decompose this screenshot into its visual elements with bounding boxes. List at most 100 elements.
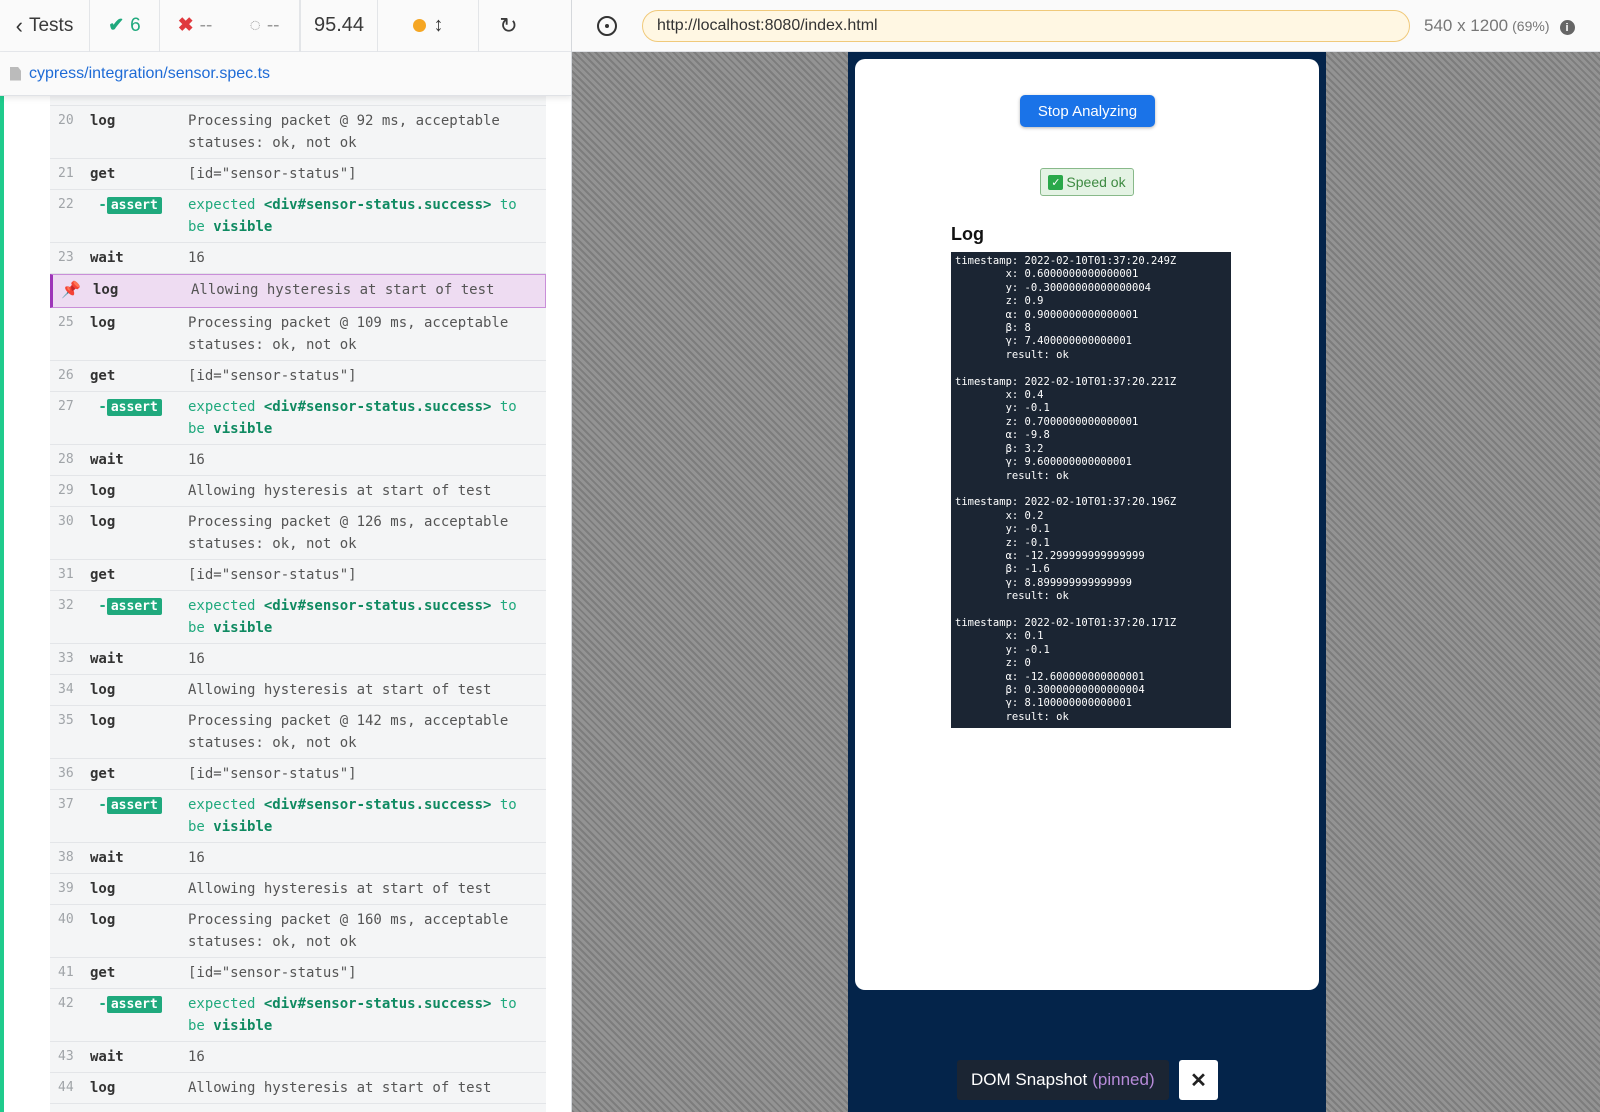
command-message: expected <div#sensor-status.success> to …: [188, 595, 546, 639]
sensor-status-text: Speed ok: [1066, 174, 1126, 190]
close-icon: ✕: [1190, 1069, 1207, 1092]
command-message: [id="sensor-status"]: [188, 567, 357, 583]
command-name: wait: [90, 1049, 124, 1065]
command-name: log: [90, 912, 116, 928]
command-number: 34: [58, 682, 74, 697]
running-status-dot: [412, 19, 426, 32]
command-name: - assert: [88, 993, 188, 1037]
command-row[interactable]: 30 log Processing packet @ 126 ms, accepta…: [50, 507, 546, 560]
command-row[interactable]: 21 get [id="sensor-status"]: [50, 159, 546, 190]
command-row[interactable]: 43 wait 16: [50, 1042, 546, 1073]
command-number: 43: [58, 1049, 74, 1064]
command-row[interactable]: 20 log Processing packet @ 92 ms, acceptab…: [50, 106, 546, 159]
command-row[interactable]: 37 - assert expected <div#sensor-status.su…: [50, 790, 546, 843]
command-name: get: [90, 766, 116, 782]
run-status[interactable]: ↕: [378, 0, 478, 52]
check-icon: ✔: [108, 15, 125, 36]
command-row[interactable]: 41 get [id="sensor-status"]: [50, 958, 546, 989]
pending-value: --: [266, 14, 280, 36]
url-bar[interactable]: http://localhost:8080/index.html: [642, 9, 1410, 42]
failed-count: ✖ --: [160, 0, 230, 52]
close-snapshot-button[interactable]: ✕: [1179, 1060, 1218, 1100]
back-to-tests-button[interactable]: ‹ Tests: [0, 0, 90, 52]
command-message: [id="sensor-status"]: [188, 965, 357, 981]
spec-path-link[interactable]: cypress/integration/sensor.spec.ts: [29, 65, 270, 83]
command-message: Processing packet @ 175 ms, acceptable: [188, 1108, 546, 1112]
command-row[interactable]: 25 log Processing packet @ 109 ms, accepta…: [50, 308, 546, 361]
assert-subject: <div#sensor-status.success>: [263, 598, 492, 614]
command-row[interactable]: 29 log Allowing hysteresis at start of tes…: [50, 476, 546, 507]
command-message: Processing packet @ 142 ms, acceptable s…: [188, 713, 509, 751]
command-name: - assert: [88, 595, 188, 639]
command-number: 42: [58, 996, 74, 1011]
command-number: 38: [58, 850, 74, 865]
command-row[interactable]: 44 log Allowing hysteresis at start of tes…: [50, 1073, 546, 1104]
reload-icon: ↻: [499, 12, 518, 38]
command-message: [id="sensor-status"]: [188, 166, 357, 182]
command-name: get: [90, 567, 116, 583]
command-row[interactable]: 27 - assert expected <div#sensor-status.su…: [50, 392, 546, 445]
runnable-passed-bar: [0, 96, 4, 1112]
failed-value: --: [199, 14, 213, 36]
command-row[interactable]: 42 - assert expected <div#sensor-status.su…: [50, 989, 546, 1042]
sensor-log-output: timestamp: 2022-02-10T01:37:20.249Z x: 0…: [951, 252, 1231, 728]
dom-snapshot-indicator: DOM Snapshot (pinned): [957, 1060, 1169, 1100]
command-name: log: [93, 282, 119, 298]
command-row[interactable]: 33 wait 16: [50, 644, 546, 675]
assert-expectation: visible: [213, 620, 273, 636]
stop-analyzing-button[interactable]: Stop Analyzing: [1020, 95, 1155, 127]
command-number: 28: [58, 452, 74, 467]
command-name: get: [90, 166, 116, 182]
command-message: expected <div#sensor-status.success> to …: [188, 396, 546, 440]
command-name: log: [90, 1080, 116, 1096]
command-number: 31: [58, 567, 74, 582]
command-row[interactable]: 38 wait 16: [50, 843, 546, 874]
command-row[interactable]: 45logProcessing packet @ 175 ms, accepta…: [50, 1104, 546, 1112]
command-number: 20: [58, 113, 74, 128]
command-message: Allowing hysteresis at start of test: [188, 881, 492, 897]
command-row[interactable]: 31 get [id="sensor-status"]: [50, 560, 546, 591]
viewport-info[interactable]: 540 x 1200 (69%) i: [1424, 16, 1575, 36]
command-number: 45: [50, 1108, 88, 1112]
command-row[interactable]: 22 - assert expected <div#sensor-status.su…: [50, 190, 546, 243]
assert-expectation: visible: [213, 819, 273, 835]
command-row[interactable]: 28 wait 16: [50, 445, 546, 476]
command-log[interactable]: 20 log Processing packet @ 92 ms, acceptab…: [50, 96, 546, 1112]
command-row[interactable]: 34 log Allowing hysteresis at start of tes…: [50, 675, 546, 706]
command-message: 16: [188, 1049, 205, 1065]
command-message: 16: [188, 651, 205, 667]
duration: 95.44: [300, 0, 378, 52]
command-name: log: [90, 483, 116, 499]
cut-off-command: [50, 96, 546, 106]
rerun-button[interactable]: ↻: [478, 0, 538, 52]
command-number: 22: [58, 197, 74, 212]
command-row-pinned[interactable]: 📌 log Allowing hysteresis at start of test: [50, 274, 546, 308]
assert-text: expected: [188, 399, 264, 415]
x-icon: ✖: [177, 15, 194, 36]
command-number: 25: [58, 315, 74, 330]
command-row[interactable]: 39 log Allowing hysteresis at start of tes…: [50, 874, 546, 905]
command-row[interactable]: 40 log Processing packet @ 160 ms, accepta…: [50, 905, 546, 958]
command-number: 41: [58, 965, 74, 980]
command-message: expected <div#sensor-status.success> to …: [188, 993, 546, 1037]
pending-count: ◌ --: [230, 0, 300, 52]
command-row[interactable]: 23 wait 16: [50, 243, 546, 274]
command-name: wait: [90, 250, 124, 266]
command-row[interactable]: 32 - assert expected <div#sensor-status.su…: [50, 591, 546, 644]
selector-playground-button[interactable]: [572, 0, 642, 52]
auto-scroll-icon[interactable]: ↕: [434, 14, 444, 37]
command-number: 44: [58, 1080, 74, 1095]
stats-bar: ‹ Tests ✔ 6 ✖ -- ◌ -- 95.44 ↕ ↻: [0, 0, 571, 52]
assert-text: expected: [188, 598, 264, 614]
command-row[interactable]: 35 log Processing packet @ 142 ms, accepta…: [50, 706, 546, 759]
command-row[interactable]: 36 get [id="sensor-status"]: [50, 759, 546, 790]
command-number: 30: [58, 514, 74, 529]
info-icon[interactable]: i: [1559, 20, 1575, 35]
log-heading: Log: [951, 224, 984, 244]
assert-text: expected: [188, 797, 264, 813]
command-name: log: [90, 682, 116, 698]
command-message: [id="sensor-status"]: [188, 766, 357, 782]
command-row[interactable]: 26 get [id="sensor-status"]: [50, 361, 546, 392]
command-message: 16: [188, 850, 205, 866]
assert-text: expected: [188, 996, 264, 1012]
